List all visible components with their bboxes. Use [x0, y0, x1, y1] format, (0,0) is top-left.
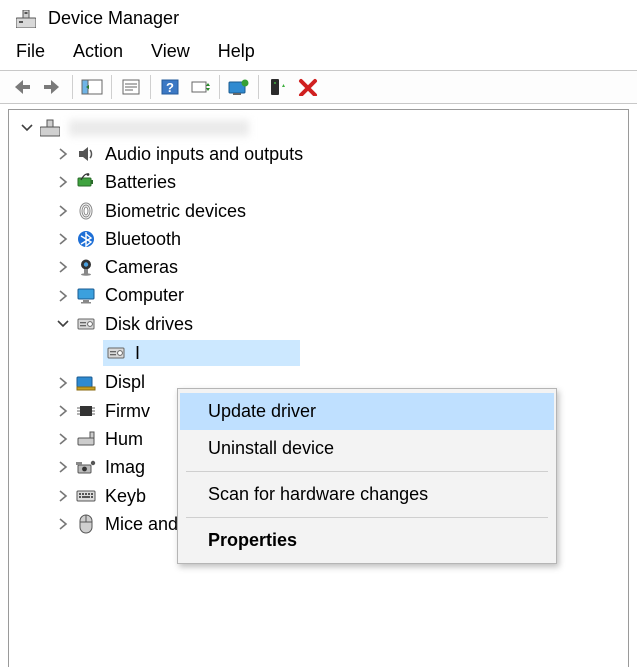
tree-label: Batteries — [105, 170, 176, 194]
uninstall-device-toolbar-button[interactable] — [265, 74, 291, 100]
mouse-icon — [75, 514, 97, 534]
tree-label: Hum — [105, 427, 143, 451]
context-item-properties[interactable]: Properties — [180, 522, 554, 559]
scan-hardware-button[interactable] — [187, 74, 213, 100]
chevron-down-icon[interactable] — [17, 122, 37, 134]
tree-node-batteries[interactable]: Batteries — [13, 168, 628, 196]
tree-node-cameras[interactable]: Cameras — [13, 253, 628, 281]
chevron-right-icon[interactable] — [53, 233, 73, 245]
imaging-device-icon — [75, 457, 97, 477]
fingerprint-icon — [75, 201, 97, 221]
keyboard-icon — [75, 486, 97, 506]
tree-node-biometric[interactable]: Biometric devices — [13, 197, 628, 225]
chevron-right-icon[interactable] — [53, 205, 73, 217]
back-button[interactable] — [10, 74, 36, 100]
svg-text:?: ? — [166, 80, 174, 95]
battery-icon — [75, 172, 97, 192]
disable-device-button[interactable] — [295, 74, 321, 100]
chevron-right-icon[interactable] — [53, 405, 73, 417]
hid-icon — [75, 429, 97, 449]
tree-node-computer[interactable]: Computer — [13, 281, 628, 309]
disk-drive-icon — [75, 314, 97, 334]
toolbar-separator — [219, 75, 220, 99]
tree-node-bluetooth[interactable]: Bluetooth — [13, 225, 628, 253]
tree-label: Audio inputs and outputs — [105, 142, 303, 166]
menu-file[interactable]: File — [16, 41, 45, 62]
tree-node-disk-drives[interactable]: Disk drives — [13, 310, 628, 338]
chevron-right-icon[interactable] — [53, 490, 73, 502]
show-hide-console-button[interactable] — [79, 74, 105, 100]
device-manager-window: Device Manager File Action View Help ? — [0, 0, 637, 667]
menu-action[interactable]: Action — [73, 41, 123, 62]
toolbar-separator — [111, 75, 112, 99]
chevron-right-icon[interactable] — [53, 461, 73, 473]
properties-button[interactable] — [118, 74, 144, 100]
forward-button[interactable] — [40, 74, 66, 100]
device-tree-panel: Audio inputs and outputs Batteries Biome… — [8, 109, 629, 667]
tree-label: Cameras — [105, 255, 178, 279]
chevron-down-icon[interactable] — [53, 318, 73, 330]
title-bar: Device Manager — [0, 0, 637, 35]
tree-node-audio[interactable]: Audio inputs and outputs — [13, 140, 628, 168]
context-separator — [186, 471, 548, 472]
context-item-uninstall-device[interactable]: Uninstall device — [180, 430, 554, 467]
menu-help[interactable]: Help — [218, 41, 255, 62]
help-button[interactable]: ? — [157, 74, 183, 100]
toolbar-separator — [72, 75, 73, 99]
tree-label: Computer — [105, 283, 184, 307]
bluetooth-icon — [75, 229, 97, 249]
computer-name-redacted — [69, 120, 249, 136]
tree-label: Biometric devices — [105, 199, 246, 223]
tree-label: Bluetooth — [105, 227, 181, 251]
window-title: Device Manager — [48, 8, 179, 29]
tree-label: Keyb — [105, 484, 146, 508]
context-menu: Update driver Uninstall device Scan for … — [177, 388, 557, 564]
toolbar-separator — [258, 75, 259, 99]
chevron-right-icon[interactable] — [53, 433, 73, 445]
menu-bar: File Action View Help — [0, 35, 637, 70]
context-separator — [186, 517, 548, 518]
tree-root-node[interactable] — [13, 116, 628, 140]
speaker-icon — [75, 144, 97, 164]
update-driver-toolbar-button[interactable] — [226, 74, 252, 100]
context-item-update-driver[interactable]: Update driver — [180, 393, 554, 430]
context-item-scan-hardware[interactable]: Scan for hardware changes — [180, 476, 554, 513]
chevron-right-icon[interactable] — [53, 148, 73, 160]
tree-label: Disk drives — [105, 312, 193, 336]
chevron-right-icon[interactable] — [53, 290, 73, 302]
chevron-right-icon[interactable] — [53, 176, 73, 188]
menu-view[interactable]: View — [151, 41, 190, 62]
app-icon — [16, 10, 36, 28]
toolbar-separator — [150, 75, 151, 99]
display-adapter-icon — [75, 373, 97, 393]
monitor-icon — [75, 286, 97, 306]
chevron-right-icon[interactable] — [53, 518, 73, 530]
tree-label: I — [135, 341, 140, 365]
disk-drive-icon — [105, 343, 127, 363]
tree-label: Firmv — [105, 399, 150, 423]
chevron-right-icon[interactable] — [53, 261, 73, 273]
tree-label: Imag — [105, 455, 145, 479]
toolbar: ? — [0, 70, 637, 104]
computer-root-icon — [39, 118, 61, 138]
chevron-right-icon[interactable] — [53, 377, 73, 389]
camera-icon — [75, 257, 97, 277]
tree-label: Displ — [105, 370, 145, 394]
chip-icon — [75, 401, 97, 421]
tree-node-disk-child-selected[interactable]: . I — [13, 338, 628, 368]
